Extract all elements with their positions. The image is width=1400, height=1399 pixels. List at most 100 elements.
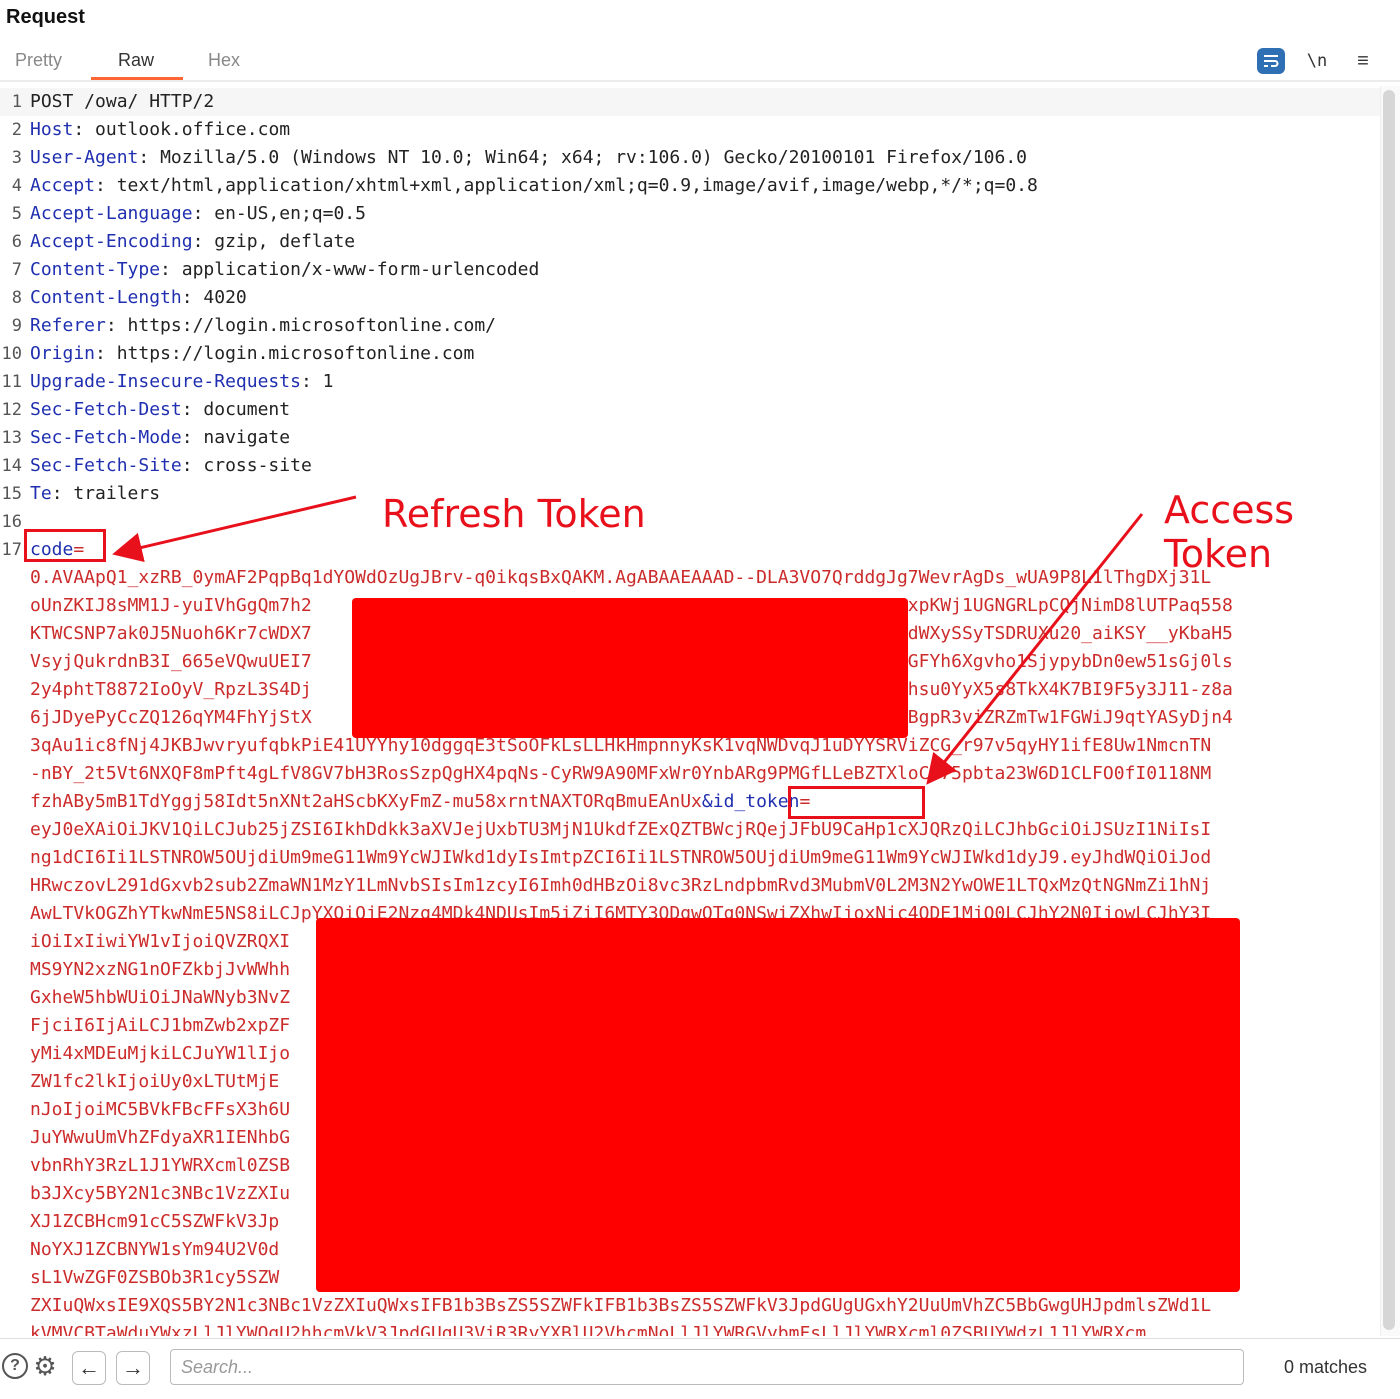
line-content: kVMVCBTaWduYWxzLlJlYWQgU2hhcmVkV3JpdGUgU…	[30, 1320, 1146, 1336]
arrow-right-icon[interactable]: →	[116, 1351, 150, 1385]
line-number: 2	[11, 120, 22, 140]
header-name: Upgrade-Insecure-Requests	[30, 371, 301, 392]
header-name: Sec-Fetch-Dest	[30, 399, 182, 420]
body-param-id-token: &id_token	[701, 791, 800, 812]
header-separator: :	[192, 203, 215, 224]
line-content: Te: trailers	[30, 480, 160, 508]
header-value: document	[203, 399, 291, 420]
line-content: -nBY_2t5Vt6NXQF8mPft4gLfV8GV7bH3RosSzpQg…	[30, 760, 1211, 788]
line-number: 11	[1, 372, 22, 392]
view-tabs: Pretty Raw Hex	[0, 44, 1400, 80]
code-param-highlight	[24, 529, 106, 562]
header-separator: :	[95, 343, 117, 364]
line-content: Referer: https://login.microsoftonline.c…	[30, 312, 496, 340]
header-name: Te	[30, 483, 52, 504]
line-content: ng1dCI6Ii1LSTNROW5OUjdiUm9meG11Wm9YcWJIW…	[30, 844, 1211, 872]
header-value: trailers	[73, 483, 161, 504]
header-separator: :	[181, 399, 204, 420]
header-name: User-Agent	[30, 147, 139, 168]
body-text: 3qAu1ic8fNj4JKBJwvryufqbkPiE41UYYhy10dgg…	[30, 735, 1212, 756]
line-content: Upgrade-Insecure-Requests: 1	[30, 368, 333, 396]
line-content: ZXIuQWxsIE9XQS5BY2N1c3NBc1VzZXIuQWxsIFB1…	[30, 1292, 1211, 1320]
match-count: 0 matches	[1284, 1357, 1368, 1377]
line-number: 15	[1, 484, 22, 504]
id-token-param-highlight	[788, 786, 925, 819]
line-number: 16	[1, 512, 22, 532]
header-name: Origin	[30, 343, 96, 364]
header-separator: :	[105, 315, 128, 336]
header-separator: :	[51, 483, 74, 504]
line-number: 4	[11, 176, 22, 196]
wrap-lines-icon[interactable]	[1257, 48, 1285, 74]
line-content: Content-Type: application/x-www-form-url…	[30, 256, 539, 284]
body-text: HRwczovL291dGxvb2sub2ZmaWN1MzY1LmNvbSIsI…	[30, 875, 1212, 896]
header-separator: :	[181, 427, 204, 448]
show-newlines-icon[interactable]: \n	[1303, 48, 1331, 74]
header-separator: :	[300, 371, 323, 392]
line-number: 8	[11, 288, 22, 308]
body-text: 0.AVAApQ1_xzRB_0ymAF2PqpBq1dYOWdOzUgJBrv…	[30, 567, 1212, 588]
line-content: Sec-Fetch-Dest: document	[30, 396, 290, 424]
line-number: 6	[11, 232, 22, 252]
panel-title: Request	[6, 6, 85, 28]
header-name: Sec-Fetch-Mode	[30, 427, 182, 448]
line-content: HRwczovL291dGxvb2sub2ZmaWN1MzY1LmNvbSIsI…	[30, 872, 1211, 900]
hamburger-menu-icon[interactable]: ≡	[1349, 48, 1377, 74]
header-name: Content-Type	[30, 259, 161, 280]
redaction-block	[316, 918, 1240, 1292]
header-value: gzip, deflate	[214, 231, 356, 252]
refresh-token-label: Refresh Token	[382, 492, 646, 536]
line-content: Sec-Fetch-Mode: navigate	[30, 424, 290, 452]
header-value: en-US,en;q=0.5	[214, 203, 366, 224]
header-separator: :	[95, 175, 117, 196]
header-separator: :	[73, 119, 96, 140]
body-text: fzhABy5mB1TdYggj58Idt5nXNt2aHScbKXyFmZ-m…	[30, 791, 702, 812]
tab-pretty[interactable]: Pretty	[15, 50, 62, 71]
line-content: Host: outlook.office.com	[30, 116, 290, 144]
line-content: Accept-Language: en-US,en;q=0.5	[30, 200, 366, 228]
header-name: Accept	[30, 175, 96, 196]
line-number: 13	[1, 428, 22, 448]
line-number: 10	[1, 344, 22, 364]
help-icon[interactable]: ?	[2, 1353, 28, 1379]
header-value: 1	[322, 371, 334, 392]
body-text: ng1dCI6Ii1LSTNROW5OUjdiUm9meG11Wm9YcWJIW…	[30, 847, 1212, 868]
line-content: eyJ0eXAiOiJKV1QiLCJub25jZSI6IkhDdkk3aXVJ…	[30, 816, 1211, 844]
settings-icon[interactable]: ⚙	[30, 1351, 60, 1381]
line-content: 0.AVAApQ1_xzRB_0ymAF2PqpBq1dYOWdOzUgJBrv…	[30, 564, 1211, 592]
scrollbar-thumb[interactable]	[1383, 90, 1395, 1330]
tab-raw[interactable]: Raw	[118, 50, 154, 71]
access-token-label: Access Token	[1164, 488, 1295, 576]
header-value: cross-site	[203, 455, 312, 476]
line-content: Origin: https://login.microsoftonline.co…	[30, 340, 474, 368]
header-value: application/x-www-form-urlencoded	[181, 259, 540, 280]
header-name: Accept-Language	[30, 203, 193, 224]
header-name: Referer	[30, 315, 106, 336]
redaction-block	[352, 598, 908, 738]
header-value: https://login.microsoftonline.com	[116, 343, 475, 364]
line-content: Accept-Encoding: gzip, deflate	[30, 228, 355, 256]
header-name: Content-Length	[30, 287, 182, 308]
line-number: 1	[11, 92, 22, 112]
line-number: 17	[1, 540, 22, 560]
header-value: navigate	[203, 427, 291, 448]
line-content: Accept: text/html,application/xhtml+xml,…	[30, 172, 1038, 200]
header-value: outlook.office.com	[95, 119, 291, 140]
header-separator: :	[192, 231, 215, 252]
body-text: ZXIuQWxsIE9XQS5BY2N1c3NBc1VzZXIuQWxsIFB1…	[30, 1295, 1212, 1316]
body-text: kVMVCBTaWduYWxzLlJlYWQgU2hhcmVkV3JpdGUgU…	[30, 1323, 1147, 1336]
request-line: POST /owa/ HTTP/2	[30, 91, 215, 112]
line-number: 7	[11, 260, 22, 280]
header-value: text/html,application/xhtml+xml,applicat…	[116, 175, 1038, 196]
line-number: 9	[11, 316, 22, 336]
tab-hex[interactable]: Hex	[208, 50, 240, 71]
line-content: POST /owa/ HTTP/2	[30, 88, 214, 116]
arrow-left-icon[interactable]: ←	[72, 1351, 106, 1385]
header-name: Accept-Encoding	[30, 231, 193, 252]
search-input[interactable]	[170, 1349, 1244, 1385]
header-separator: :	[138, 147, 161, 168]
header-separator: :	[181, 455, 204, 476]
header-value: 4020	[203, 287, 247, 308]
header-separator: :	[160, 259, 182, 280]
header-value: Mozilla/5.0 (Windows NT 10.0; Win64; x64…	[160, 147, 1028, 168]
